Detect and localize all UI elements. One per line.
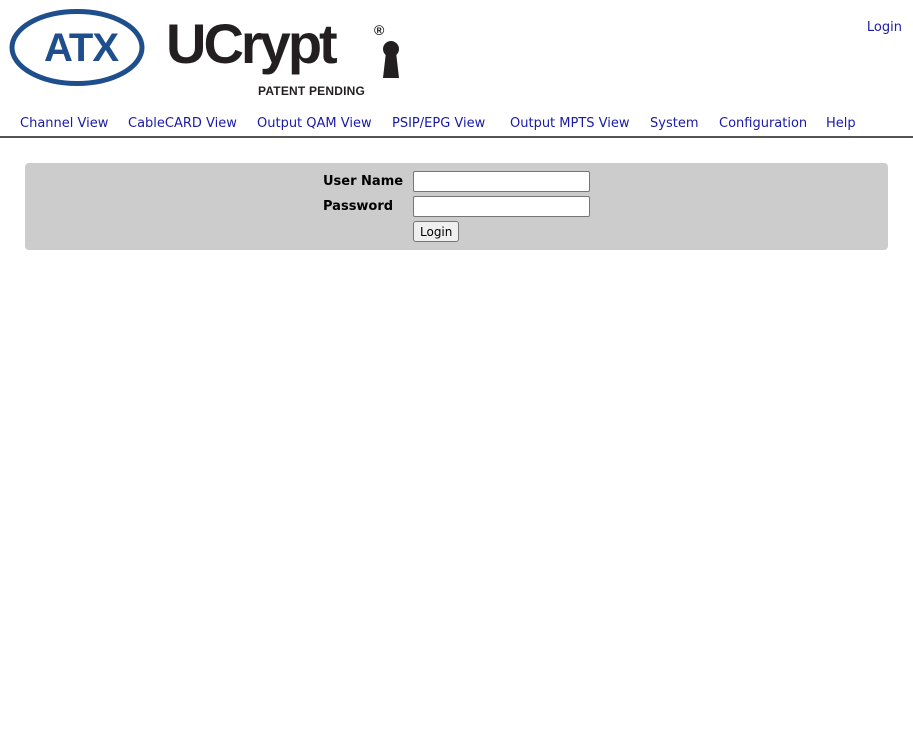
- atx-logo-text: ATX: [44, 26, 119, 70]
- login-link[interactable]: Login: [867, 20, 902, 35]
- ucrypt-logo-text: UCrypt: [166, 12, 338, 75]
- username-label: User Name: [323, 174, 404, 189]
- page: ATX UCrypt ® PATENT PENDING Login Channe…: [0, 0, 913, 746]
- login-panel: User Name Password Login: [25, 163, 888, 250]
- atx-logo: ATX: [9, 9, 145, 86]
- keyhole-icon: [383, 41, 399, 78]
- nav-output-mpts-view[interactable]: Output MPTS View: [510, 116, 630, 131]
- nav-system[interactable]: System: [650, 116, 698, 131]
- ucrypt-logo: UCrypt ®: [166, 12, 406, 82]
- login-button[interactable]: Login: [413, 221, 460, 242]
- registered-mark: ®: [374, 22, 385, 38]
- password-label: Password: [323, 199, 394, 214]
- nav-output-qam-view[interactable]: Output QAM View: [257, 116, 372, 131]
- nav-configuration[interactable]: Configuration: [719, 116, 807, 131]
- nav-channel-view[interactable]: Channel View: [20, 116, 108, 131]
- main-nav: Channel View CableCARD View Output QAM V…: [0, 115, 913, 138]
- nav-help[interactable]: Help: [826, 116, 856, 131]
- password-input[interactable]: [413, 196, 590, 217]
- nav-cablecard-view[interactable]: CableCARD View: [128, 116, 237, 131]
- username-input[interactable]: [413, 171, 590, 192]
- patent-pending-text: PATENT PENDING: [258, 84, 366, 98]
- nav-psip-epg-view[interactable]: PSIP/EPG View: [392, 116, 485, 131]
